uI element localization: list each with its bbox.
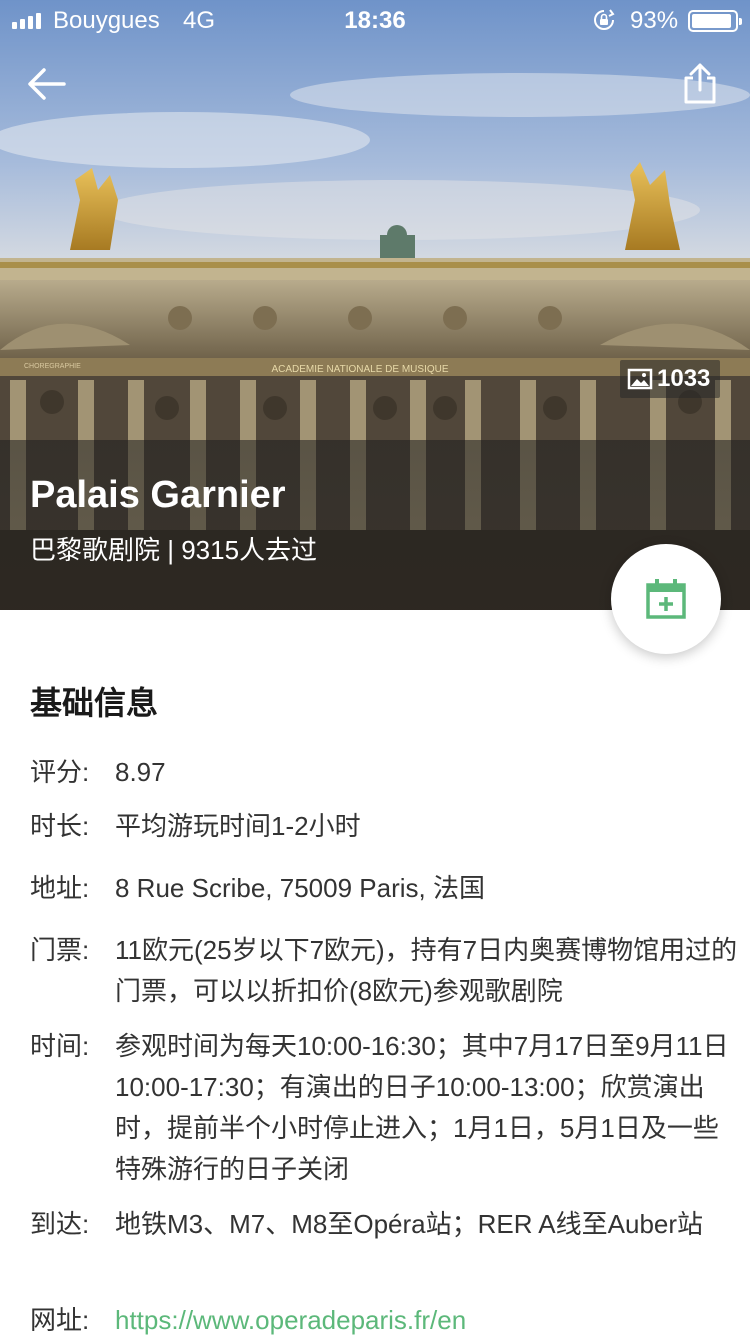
battery-icon <box>688 10 742 32</box>
info-value: 8.97 <box>115 757 166 787</box>
place-subtitle: 巴黎歌剧院 | 9315人去过 <box>30 535 318 565</box>
info-row-website: 网址: https://www.operadeparis.fr/en <box>30 1300 742 1341</box>
info-row-address: 地址: 8 Rue Scribe, 75009 Paris, 法国 <box>30 868 742 909</box>
info-row-hours: 时间: 参观时间为每天10:00-16:30；其中7月17日至9月11日10:0… <box>30 1026 742 1190</box>
info-row-rating: 评分: 8.97 <box>30 752 742 793</box>
info-row-directions: 到达: 地铁M3、M7、M8至Opéra站；RER A线至Auber站 <box>30 1204 742 1245</box>
info-row-duration: 时长: 平均游玩时间1-2小时 <box>30 806 742 847</box>
facade-inscription: ACADEMIE NATIONALE DE MUSIQUE <box>271 364 448 375</box>
info-value: 平均游玩时间1-2小时 <box>115 811 361 841</box>
share-icon <box>684 63 716 104</box>
info-label: 网址: <box>30 1305 90 1335</box>
info-value: 参观时间为每天10:00-16:30；其中7月17日至9月11日10:00-17… <box>115 1031 729 1184</box>
status-bar: Bouygues 4G 18:36 93% <box>0 0 750 40</box>
add-to-itinerary-button[interactable] <box>611 544 721 654</box>
back-arrow-icon <box>28 68 66 100</box>
facade-sign: CHOREGRAPHIE <box>24 363 81 370</box>
section-title: 基础信息 <box>30 685 159 721</box>
rotation-lock-icon <box>592 8 616 39</box>
battery-percent: 93% <box>630 7 679 34</box>
page-title: Palais Garnier <box>30 474 286 516</box>
photo-count-badge[interactable]: 1033 <box>620 360 720 398</box>
battery-level <box>692 14 732 28</box>
info-row-tickets: 门票: 11欧元(25岁以下7欧元)，持有7日内奥赛博物馆用过的门票，可以以折扣… <box>30 930 742 1012</box>
info-label: 评分: <box>30 757 90 787</box>
back-button[interactable] <box>24 62 72 106</box>
info-label: 地址: <box>30 873 90 903</box>
info-value: 地铁M3、M7、M8至Opéra站；RER A线至Auber站 <box>115 1209 704 1239</box>
website-link[interactable]: https://www.operadeparis.fr/en <box>115 1300 742 1341</box>
photo-count: 1033 <box>657 365 711 392</box>
share-button[interactable] <box>676 60 724 108</box>
hero-image: ACADEMIE NATIONALE DE MUSIQUE CHOREGRAPH… <box>0 0 750 610</box>
info-label: 门票: <box>30 935 90 965</box>
info-label: 到达: <box>30 1209 90 1239</box>
calendar-add-icon <box>646 579 686 619</box>
info-value[interactable]: 8 Rue Scribe, 75009 Paris, 法国 <box>115 868 742 909</box>
info-value: 11欧元(25岁以下7欧元)，持有7日内奥赛博物馆用过的门票，可以以折扣价(8欧… <box>115 935 738 1006</box>
info-label: 时间: <box>30 1031 90 1061</box>
info-label: 时长: <box>30 811 90 841</box>
image-icon <box>627 368 653 390</box>
